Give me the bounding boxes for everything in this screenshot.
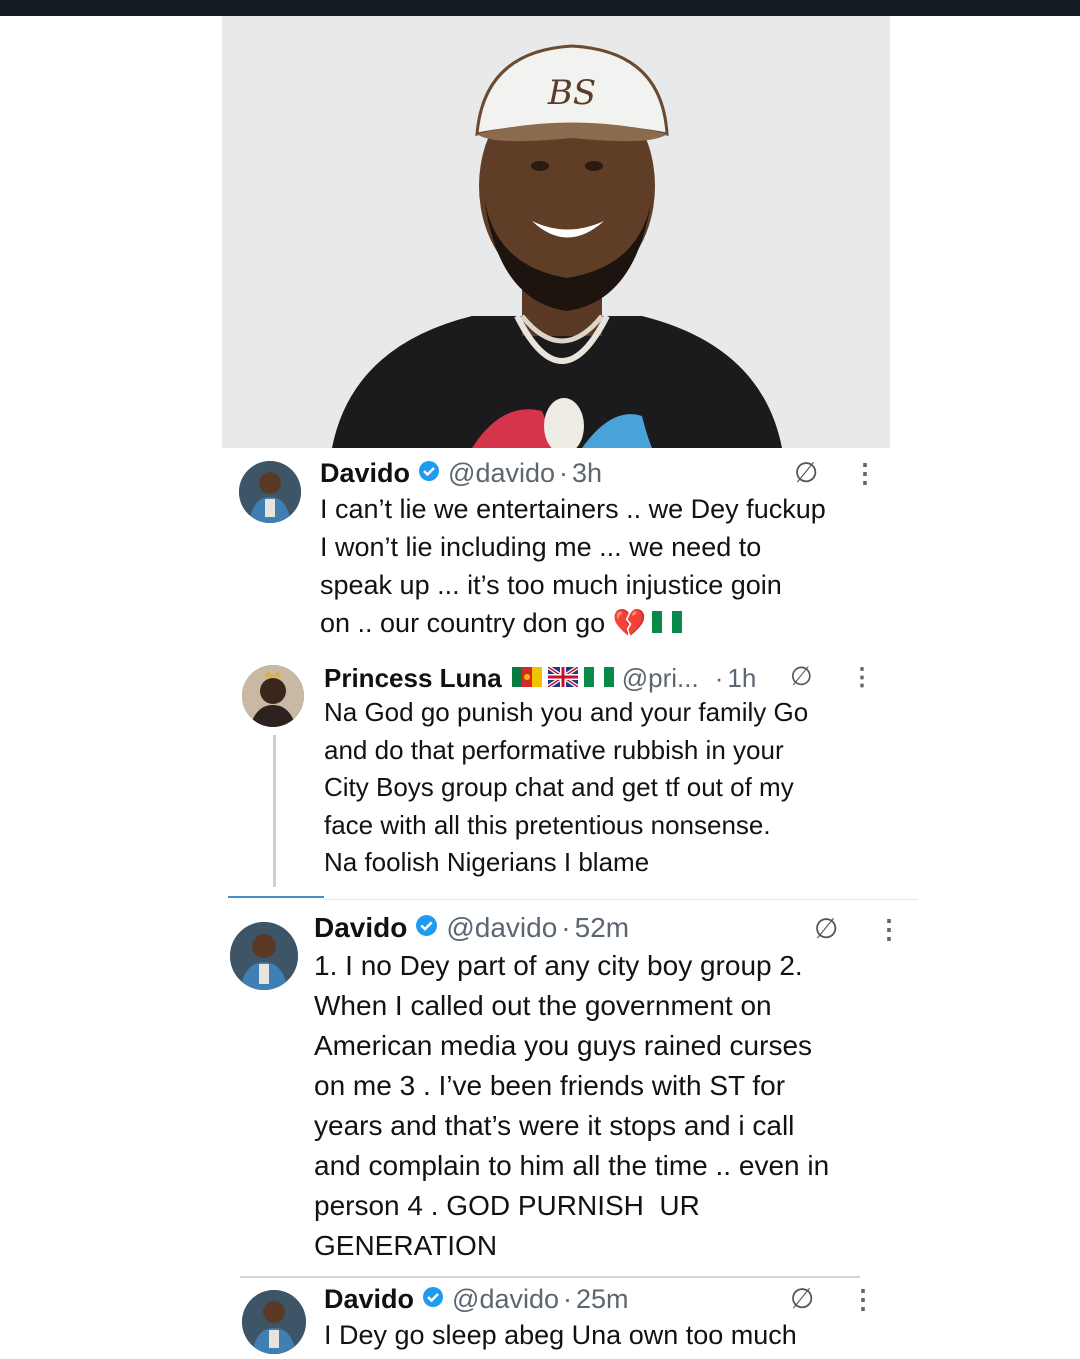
timestamp[interactable]: 3h	[572, 458, 602, 489]
tweet-text-line: I can’t lie we entertainers .. we Dey fu…	[320, 494, 826, 524]
verified-badge-icon	[415, 912, 438, 944]
tweet-3[interactable]: Davido @davido · 52m ∅ ⋮ 1. I no Dey par…	[214, 902, 904, 1274]
timestamp[interactable]: 1h	[727, 663, 756, 694]
tweet-text-line: I Dey go sleep abeg Una own too much	[324, 1320, 797, 1350]
tweet-text-line: on .. our country don go 💔	[320, 608, 647, 638]
tweet-2[interactable]: Princess Luna @pri... · 1h ∅ ⋮ Na God go…	[222, 653, 890, 898]
timestamp[interactable]: 52m	[575, 912, 629, 944]
cameroon-flag-icon	[511, 663, 542, 694]
grok-icon[interactable]: ∅	[814, 912, 838, 945]
status-bar	[0, 0, 1080, 16]
tweet-1[interactable]: Davido @davido · 3h ∅ ⋮ I can’t lie we e…	[222, 448, 890, 653]
tweet-text-line: I won’t lie including me ... we need to	[320, 532, 762, 562]
tweet-text-line: years and that’s were it stops and i cal…	[314, 1110, 795, 1141]
tweet-text-line: City Boys group chat and get tf out of m…	[324, 772, 794, 802]
tweet-photo[interactable]: BS	[222, 16, 890, 448]
tweet-text-line: When I called out the government on	[314, 990, 772, 1021]
tweet-text-line: face with all this pretentious nonsense.	[324, 809, 771, 840]
verified-badge-icon	[422, 1284, 444, 1315]
avatar[interactable]	[242, 665, 304, 727]
tweet-text-line: Na God go punish you and your family Go	[324, 697, 809, 727]
author-handle[interactable]: @davido	[448, 458, 555, 489]
uk-flag-icon	[546, 663, 579, 694]
more-options-icon[interactable]: ⋮	[850, 1284, 876, 1315]
nigeria-flag-icon	[652, 611, 683, 638]
more-options-icon[interactable]: ⋮	[850, 663, 874, 692]
avatar[interactable]	[230, 922, 298, 990]
author-handle[interactable]: @davido	[446, 912, 557, 944]
tweet-text-line: person 4 . GOD PURNISH UR	[314, 1190, 700, 1221]
tweet-text-line: and do that performative rubbish in your	[324, 734, 784, 765]
author-name[interactable]: Davido	[320, 458, 410, 489]
divider	[324, 899, 918, 900]
tweet-text-line: Na foolish Nigerians I blame	[324, 847, 650, 877]
tweet-text-line: 1. I no Dey part of any city boy group 2…	[314, 950, 803, 981]
more-options-icon[interactable]: ⋮	[852, 458, 878, 489]
more-options-icon[interactable]: ⋮	[876, 914, 902, 945]
thread-line	[273, 735, 276, 887]
verified-badge-icon	[418, 458, 440, 489]
nigeria-flag-icon	[583, 663, 614, 694]
author-name[interactable]: Davido	[314, 912, 407, 944]
tweet-text-line: speak up ... it’s too much injustice goi…	[320, 570, 782, 600]
author-name[interactable]: Davido	[324, 1284, 414, 1315]
author-handle[interactable]: @pri...	[622, 663, 699, 694]
tweet-text-line: and complain to him all the time .. even…	[314, 1150, 830, 1181]
tweet-text-line: on me 3 . I’ve been friends with ST for	[314, 1070, 786, 1101]
cap-logo-text: BS	[547, 73, 596, 113]
tweet-4[interactable]: Davido @davido · 25m ∅ ⋮ I Dey go sleep …	[222, 1280, 890, 1359]
avatar[interactable]	[242, 1290, 306, 1354]
timestamp[interactable]: 25m	[576, 1284, 629, 1315]
grok-icon[interactable]: ∅	[790, 661, 813, 692]
grok-icon[interactable]: ∅	[790, 1282, 814, 1315]
tweet-text-line: GENERATION	[314, 1230, 498, 1261]
reply-indicator	[228, 896, 324, 898]
divider	[240, 1276, 860, 1278]
tweet-text-line: American media you guys rained curses	[314, 1030, 813, 1061]
avatar[interactable]	[239, 461, 301, 523]
grok-icon[interactable]: ∅	[794, 456, 818, 489]
author-handle[interactable]: @davido	[452, 1284, 559, 1315]
author-name[interactable]: Princess Luna	[324, 663, 502, 694]
